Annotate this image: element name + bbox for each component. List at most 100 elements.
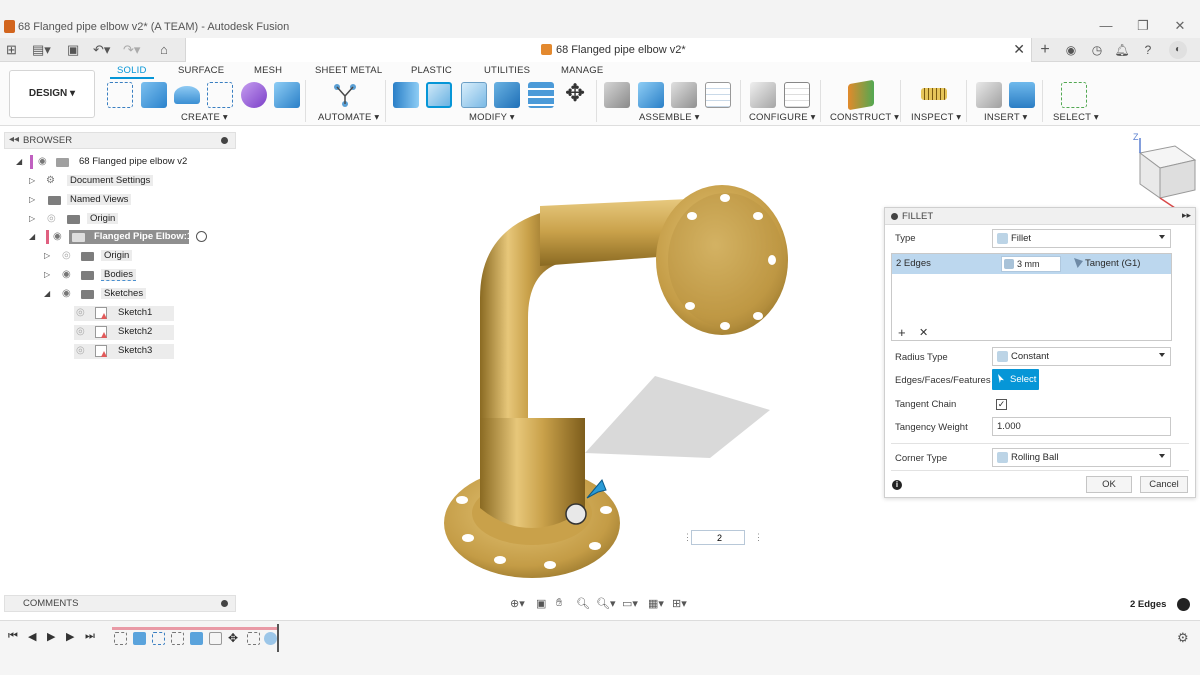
select-icon[interactable]	[1061, 82, 1087, 108]
new-tab-icon[interactable]: +	[1036, 41, 1054, 59]
timeline-sketch-icon[interactable]	[114, 632, 127, 645]
collapse-panel-icon[interactable]: ◂◂	[9, 134, 19, 145]
viewcube[interactable]	[1138, 138, 1197, 209]
tree-item-origin[interactable]: ▷ ◎ Origin	[29, 212, 229, 227]
file-menu-icon[interactable]: ▤▾	[32, 42, 51, 58]
fillet-manipulator-handle[interactable]	[565, 503, 587, 525]
measure-icon[interactable]	[921, 88, 947, 100]
document-tab[interactable]: 68 Flanged pipe elbow v2* ✕	[185, 38, 1032, 62]
tree-item-named-views[interactable]: ▷ Named Views	[29, 193, 229, 208]
timeline-fillet-icon[interactable]	[264, 632, 277, 645]
visibility-eye-icon[interactable]: ◉	[53, 231, 62, 242]
expand-toggle-icon[interactable]: ◢	[29, 232, 35, 241]
minimize-button[interactable]: —	[1096, 18, 1116, 33]
timeline-settings-icon[interactable]: ⚙	[1177, 630, 1189, 646]
timeline-sweep-icon[interactable]	[152, 632, 165, 645]
zoom-icon[interactable]: 🔍︎	[576, 597, 590, 610]
save-icon[interactable]: ▣	[67, 42, 79, 58]
timeline-move-icon[interactable]: ✥	[228, 632, 241, 645]
revolve-icon[interactable]	[174, 86, 200, 104]
pan-icon[interactable]: ✋︎	[556, 597, 562, 610]
radius-input[interactable]: 3 mm	[1001, 256, 1061, 272]
fillet-icon[interactable]	[426, 82, 452, 108]
expand-toggle-icon[interactable]: ▷	[44, 270, 50, 279]
create-menu[interactable]: CREATE ▾	[181, 112, 228, 123]
configure-icon[interactable]	[750, 82, 776, 108]
tree-item-sketches[interactable]: ◢ ◉ Sketches	[44, 287, 244, 302]
expand-dialog-icon[interactable]: ▸▸	[1182, 210, 1191, 221]
visibility-eye-icon[interactable]: ◎	[76, 345, 85, 356]
insert-menu[interactable]: INSERT ▾	[984, 112, 1028, 123]
tab-surface[interactable]: SURFACE	[178, 65, 224, 76]
tree-item-origin-sub[interactable]: ▷ ◎ Origin	[44, 249, 244, 264]
cancel-button[interactable]: Cancel	[1140, 476, 1188, 493]
create-sketch-icon[interactable]	[107, 82, 133, 108]
modify-menu[interactable]: MODIFY ▾	[469, 112, 515, 123]
fillet-count-input[interactable]	[691, 530, 745, 545]
tab-mesh[interactable]: MESH	[254, 65, 282, 76]
press-pull-icon[interactable]	[393, 82, 419, 108]
type-dropdown[interactable]: Fillet	[992, 229, 1171, 248]
info-icon[interactable]: i	[892, 480, 902, 490]
ok-button[interactable]: OK	[1086, 476, 1132, 493]
maximize-button[interactable]: ❐	[1133, 18, 1153, 34]
configuration-table-icon[interactable]	[784, 82, 810, 108]
insert-derive-icon[interactable]	[976, 82, 1002, 108]
timeline-feature-icon[interactable]	[190, 632, 203, 645]
play-icon[interactable]: ▶	[47, 630, 55, 643]
form-icon[interactable]	[241, 82, 267, 108]
chamfer-icon[interactable]	[461, 82, 487, 108]
grid-settings-icon[interactable]: ▦▾	[648, 597, 664, 610]
tab-sheet-metal[interactable]: SHEET METAL	[315, 65, 382, 76]
go-to-end-icon[interactable]: ⏭	[85, 630, 95, 643]
help-icon[interactable]: ?	[1139, 41, 1157, 59]
timeline-sketch-icon[interactable]	[247, 632, 260, 645]
tangency-weight-input[interactable]: 1.000	[992, 417, 1171, 436]
tab-manage[interactable]: MANAGE	[561, 65, 603, 76]
visibility-eye-icon[interactable]: ◎	[76, 307, 85, 318]
select-menu[interactable]: SELECT ▾	[1053, 112, 1099, 123]
remove-selection-icon[interactable]: ✕	[919, 326, 928, 339]
visibility-eye-icon[interactable]: ◎	[76, 326, 85, 337]
extensions-icon[interactable]: ◉	[1062, 41, 1080, 59]
new-component-icon[interactable]	[604, 82, 630, 108]
pin-icon[interactable]	[221, 137, 228, 144]
drag-handle-icon[interactable]: ⋮	[683, 532, 692, 543]
redo-icon[interactable]: ↷▾	[123, 42, 140, 58]
radius-type-dropdown[interactable]: Constant	[992, 347, 1171, 366]
timeline-sketch-icon[interactable]	[171, 632, 184, 645]
shell-icon[interactable]	[494, 82, 520, 108]
expand-toggle-icon[interactable]: ▷	[29, 176, 35, 185]
add-selection-icon[interactable]: +	[898, 325, 906, 340]
expand-toggle-icon[interactable]: ▷	[44, 251, 50, 260]
add-comment-icon[interactable]	[221, 600, 228, 607]
timeline-feature-icon[interactable]	[133, 632, 146, 645]
expand-toggle-icon[interactable]: ▷	[29, 214, 35, 223]
automate-icon[interactable]	[332, 82, 358, 108]
visibility-eye-icon[interactable]: ◉	[38, 156, 47, 167]
inspect-menu[interactable]: INSPECT ▾	[911, 112, 961, 123]
browser-header[interactable]: ◂◂ BROWSER	[4, 132, 236, 149]
extrude-icon[interactable]	[141, 82, 167, 108]
visibility-eye-icon[interactable]: ◎	[47, 213, 56, 224]
move-copy-icon[interactable]: ✥	[562, 82, 588, 108]
edges-selection-list[interactable]: 2 Edges 3 mm Tangent (G1) + ✕	[891, 253, 1172, 341]
grid-menu-icon[interactable]: ⊞	[6, 42, 17, 58]
expand-toggle-icon[interactable]: ◢	[44, 289, 50, 298]
orbit-icon[interactable]: ⊕▾	[510, 597, 525, 610]
viewports-icon[interactable]: ⊞▾	[672, 597, 687, 610]
close-tab-button[interactable]: ✕	[1013, 41, 1025, 58]
selection-filter-icon[interactable]	[1177, 598, 1190, 611]
joint-origin-icon[interactable]	[705, 82, 731, 108]
activate-radio-icon[interactable]	[196, 231, 207, 242]
sweep-icon[interactable]	[207, 82, 233, 108]
configure-menu[interactable]: CONFIGURE ▾	[749, 112, 816, 123]
more-options-icon[interactable]: ⋮	[754, 532, 763, 543]
tree-item-component[interactable]: ◢ ◉ Flanged Pipe Elbow:1	[29, 230, 214, 245]
tab-plastic[interactable]: PLASTIC	[411, 65, 452, 76]
offset-plane-icon[interactable]	[848, 79, 874, 111]
timeline-component-icon[interactable]	[209, 632, 222, 645]
expand-toggle-icon[interactable]: ◢	[16, 157, 22, 166]
timeline-track[interactable]: ✥	[112, 624, 280, 652]
display-settings-icon[interactable]: ▭▾	[622, 597, 638, 610]
